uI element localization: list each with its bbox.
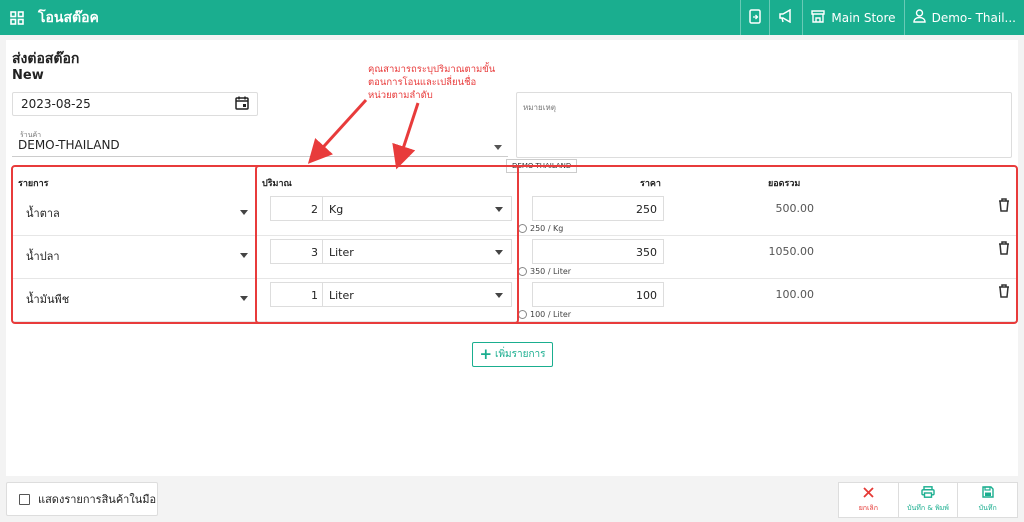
document-status: New bbox=[12, 68, 44, 83]
annotation-text: คุณสามารถระบุปริมาณตามขั้น ตอนการโอนและเ… bbox=[368, 63, 548, 102]
user-icon bbox=[912, 9, 926, 26]
device-icon bbox=[749, 8, 762, 27]
action-bar: ยกเลิก บันทึก & พิมพ์ บันทึก bbox=[838, 482, 1018, 518]
date-value: 2023-08-25 bbox=[21, 97, 91, 111]
apps-grid-icon[interactable] bbox=[0, 0, 34, 35]
save-print-label: บันทึก & พิมพ์ bbox=[907, 504, 949, 512]
cancel-button[interactable]: ยกเลิก bbox=[839, 483, 898, 517]
page-title: ส่งต่อสต๊อก bbox=[12, 51, 80, 67]
printer-icon bbox=[921, 486, 935, 500]
save-label: บันทึก bbox=[978, 504, 997, 512]
user-menu-button[interactable]: Demo- Thail... bbox=[903, 0, 1024, 35]
app-title: โอนสต๊อค bbox=[38, 9, 99, 26]
add-item-button[interactable]: + เพิ่มรายการ bbox=[472, 342, 553, 367]
chevron-down-icon bbox=[494, 139, 502, 153]
calendar-icon[interactable] bbox=[235, 96, 249, 113]
annotation-line: หน่วยตามลำดับ bbox=[368, 90, 433, 101]
store-icon bbox=[811, 9, 826, 26]
save-button[interactable]: บันทึก bbox=[957, 483, 1017, 517]
annotation-line: ตอนการโอนและเปลี่ยนชื่อ bbox=[368, 77, 477, 88]
store-select[interactable]: ร้านค้า DEMO-THAILAND bbox=[12, 129, 508, 157]
cancel-label: ยกเลิก bbox=[858, 503, 878, 512]
store-selector-button[interactable]: Main Store bbox=[802, 0, 903, 35]
show-inventory-checkbox[interactable] bbox=[19, 493, 30, 505]
save-print-button[interactable]: บันทึก & พิมพ์ bbox=[897, 483, 958, 517]
store-select-value: DEMO-THAILAND bbox=[18, 138, 120, 152]
save-icon bbox=[981, 486, 994, 500]
add-item-label: เพิ่มรายการ bbox=[495, 349, 546, 360]
user-label: Demo- Thail... bbox=[931, 10, 1016, 25]
close-icon bbox=[863, 486, 874, 500]
plus-icon: + bbox=[479, 345, 493, 363]
announcement-button[interactable] bbox=[769, 0, 802, 35]
annotation-line: คุณสามารถระบุปริมาณตามขั้น bbox=[368, 64, 496, 75]
megaphone-icon bbox=[778, 8, 794, 26]
store-label: Main Store bbox=[831, 10, 896, 25]
top-bar: โอนสต๊อค Main Store Demo- Thail... bbox=[0, 0, 1024, 35]
show-inventory-label: แสดงรายการสินค้าในมือ bbox=[38, 493, 157, 506]
device-sync-button[interactable] bbox=[740, 0, 769, 35]
show-inventory-toggle[interactable]: แสดงรายการสินค้าในมือ bbox=[6, 482, 158, 516]
note-textarea[interactable]: หมายเหตุ bbox=[516, 92, 1012, 158]
note-placeholder: หมายเหตุ bbox=[523, 103, 556, 112]
quantity-highlight-box bbox=[255, 165, 519, 324]
date-field[interactable]: 2023-08-25 bbox=[12, 92, 258, 116]
